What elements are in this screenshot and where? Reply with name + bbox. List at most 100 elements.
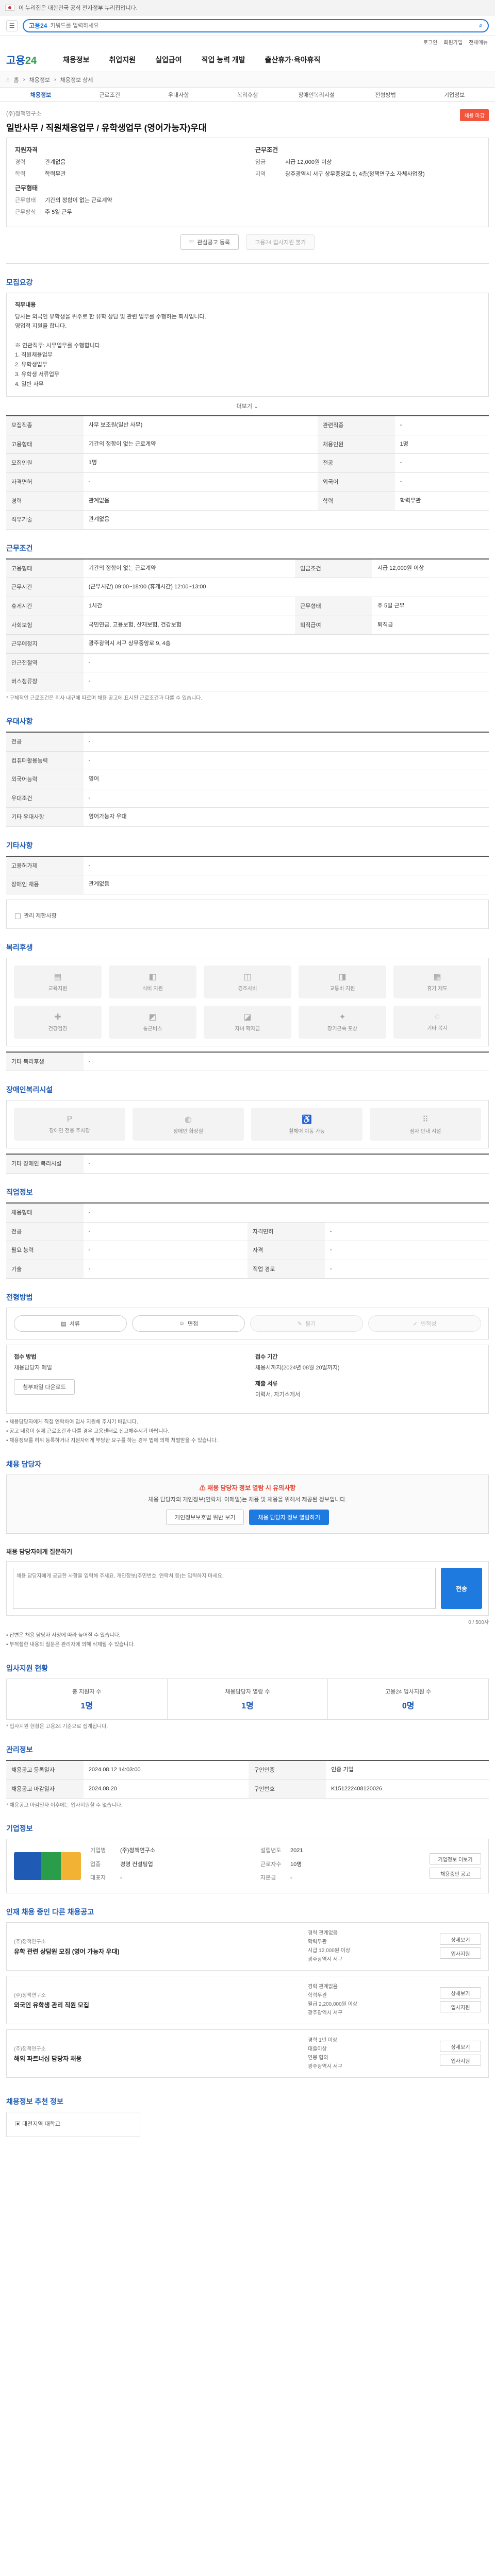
recommend-card[interactable]: ▣ 대전지역 대학교 [6,2111,140,2137]
apply-button[interactable]: 고용24 입사지원 불가 [246,234,315,250]
tab-prefer[interactable]: 우대사항 [144,91,213,99]
nav-jobs[interactable]: 채용정보 [63,55,90,65]
detail-button[interactable]: 상세보기 [440,1934,481,1945]
util-signup[interactable]: 회원가입 [443,38,463,46]
welfare-title: 복리후생 [6,943,33,952]
work-section: 근무조건 고용형태 기간의 정함이 없는 근로계약 임금조건 시급 12,000원 이… [6,530,489,703]
welfare-item: ✚ 건강검진 [14,1005,102,1039]
apply-small-button[interactable]: 입사지원 [440,1947,481,1959]
book-icon: ▤ [54,973,62,982]
logo[interactable]: 고용24 [6,52,63,67]
action-row: ♡ 관심공고 등록 고용24 입사지원 불가 [6,227,489,264]
bus-icon: ◨ [338,973,346,982]
download-button[interactable]: 첨부파일 다운로드 [14,1379,75,1395]
checkbox[interactable] [15,913,21,919]
selection-section: 전형방법 ▤ 서류 ☺ 면접 ✎ 필기 ✓ 인적성 접수 방법 채용담당자 메일 첨부파… [6,1279,489,1445]
send-button[interactable]: 전송 [441,1568,482,1609]
tab-conditions[interactable]: 근로조건 [75,91,144,99]
stats-section: 입사지원 현황 총 지원자 수 1명 채용담당자 열람 수 1명 고용24 입사지원… [6,1650,489,1731]
search-box[interactable]: 고용24 ⌕ [23,19,489,32]
facility-etc-table: 기타 장애인 복리시설 - [6,1154,489,1174]
award-icon: ✦ [339,1013,346,1022]
jobinfo-section: 직업정보 채용형태 - 전공 - 자격면허 - 필요 능력 - 자격 - 기술 - 직업 경로 - [6,1174,489,1279]
search-label: 고용24 [29,22,47,29]
welfare-item: ◪ 자녀 학자금 [204,1005,291,1039]
list-item[interactable]: (주)정책연구소 해외 파트너십 담당자 채용 경력 1년 이상 대졸이상 연봉 협의… [6,2029,489,2078]
list-item[interactable]: (주)정책연구소 유학 관련 상담원 모집 (영어 가능자 우대) 경력 관계없음… [6,1922,489,1971]
others-section: 인재 채용 중인 다른 채용공고 (주)정책연구소 유학 관련 상담원 모집 (영… [6,1893,489,2078]
nav-leave[interactable]: 출산휴가·육아휴직 [265,55,321,65]
char-counter: 0 / 500자 [468,1620,489,1626]
status-badge: 채용 마감 [460,109,489,121]
chevron-down-icon: ⌄ [254,403,259,410]
inquiry-title: 채용 담당자에게 질문하기 [6,1548,73,1556]
shuttle-icon: ◩ [148,1013,157,1022]
welfare-item: ◧ 식비 지원 [109,965,196,998]
breadcrumb-home[interactable]: 홈 [14,76,19,84]
selection-title: 전형방법 [6,1293,33,1302]
nav-training[interactable]: 직업 능력 개발 [202,55,245,65]
work-table: 고용형태 기간의 정함이 없는 근로계약 임금조건 시급 12,000원 이상 근무시… [6,558,489,691]
company-more-button[interactable]: 기업정보 더보기 [430,1853,481,1865]
heart-icon: ♡ [189,239,194,246]
company-name[interactable]: (주)정책연구소 [6,109,206,117]
jobinfo-table: 채용형태 - 전공 - 자격면허 - 필요 능력 - 자격 - 기술 - 직업 경로 - [6,1202,489,1279]
welfare-item: ◌ 기타 복지 [393,1005,481,1039]
breadcrumb-jobs[interactable]: 채용정보 [29,76,50,84]
search-input[interactable] [50,22,476,29]
company-logo [14,1852,81,1880]
inquiry-box: 전송 [6,1561,489,1616]
recruit-title: 모집요강 [6,278,33,286]
gov-banner: 이 누리집은 대한민국 공식 전자정부 누리집입니다. [0,0,495,15]
privacy-button[interactable]: 개인정보보호법 위반 보기 [166,1510,244,1526]
nav-unemployment[interactable]: 실업급여 [155,55,182,65]
meal-icon: ◧ [148,973,157,982]
apply-small-button[interactable]: 입사지원 [440,2055,481,2066]
view-contact-button[interactable]: 채용 담당자 정보 열람하기 [249,1510,329,1526]
tab-company[interactable]: 기업정보 [420,91,489,99]
util-allmenu[interactable]: 전체메뉴 [469,38,488,46]
detail-button[interactable]: 상세보기 [440,1987,481,1999]
recruit-table: 모집직종 사무 보조원(일반 사무) 관련직종 - 고용형태 기간의 정함이 없는 근로… [6,415,489,530]
recruit-body: 직무내용 당사는 외국인 유학생을 위주로 한 유학 상담 및 관련 업무를 수… [6,293,489,397]
recruit-section: 모집요강 직무내용 당사는 외국인 유학생을 위주로 한 유학 상담 및 관련 … [6,264,489,530]
welfare-item: ◨ 교통비 지원 [299,965,386,998]
title-block: (주)정책연구소 일반사무 / 직원채용업무 / 유학생업무 (영어가능자)우대… [6,102,489,138]
tab-selection[interactable]: 전형방법 [351,91,420,99]
more-button[interactable]: 더보기 ⌄ [6,397,489,415]
nav-employment[interactable]: 취업지원 [109,55,136,65]
welfare-item: ✦ 장기근속 포상 [299,1005,386,1039]
company-jobs-button[interactable]: 채용중인 공고 [430,1868,481,1879]
summary-head-qualification: 지원자격 [15,146,38,154]
search-icon[interactable]: ⌕ [479,22,483,29]
manage-section: 관리정보 채용공고 등록일자 2024.08.12 14:03:00 구인인증 인증 … [6,1731,489,1810]
welfare-item: ▦ 휴가 제도 [393,965,481,998]
tab-welfare[interactable]: 복리후생 [213,91,282,99]
summary-head-conditions: 근무조건 [255,146,278,154]
main-nav: 채용정보 취업지원 실업급여 직업 능력 개발 출산휴가·육아휴직 [63,55,320,65]
interest-button[interactable]: ♡ 관심공고 등록 [180,234,239,250]
company-box: 기업명 (주)정책연구소 설립년도 2021 업종 경영 컨설팅업 근로자수 10명 대… [6,1839,489,1893]
welfare-item: ▤ 교육지원 [14,965,102,998]
tab-facility[interactable]: 장애인복리시설 [282,91,351,99]
apply-info: 접수 방법 채용담당자 메일 첨부파일 다운로드 접수 기간 채용시까지(202… [6,1345,489,1414]
stat-item: 채용담당자 열람 수 1명 [168,1679,328,1720]
health-icon: ✚ [54,1013,61,1022]
prefer-title: 우대사항 [6,717,33,725]
tab-recruit[interactable]: 채용정보 [6,91,75,99]
header: 고용24 채용정보 취업지원 실업급여 직업 능력 개발 출산휴가·육아휴직 [0,47,495,72]
calendar-icon: ▦ [433,973,441,982]
apply-small-button[interactable]: 입사지원 [440,2001,481,2013]
step-document: ▤ 서류 [14,1315,127,1332]
menu-icon[interactable]: ☰ [6,20,18,31]
detail-button[interactable]: 상세보기 [440,2041,481,2053]
inquiry-textarea[interactable] [13,1568,436,1609]
pencil-icon: ✎ [297,1320,302,1327]
etc-section: 기타사항 고용허가제 - 장애인 채용 관계없음 관리 제한사항 [6,827,489,929]
manage-table: 채용공고 등록일자 2024.08.12 14:03:00 구인인증 인증 기업 채용… [6,1760,489,1799]
etc-icon: ◌ [435,1012,440,1022]
gov-banner-text: 이 누리집은 대한민국 공식 전자정부 누리집입니다. [19,5,138,11]
list-item[interactable]: (주)정책연구소 외국인 유학생 관리 직원 모집 경력 관계없음 학력무관 월급 2… [6,1975,489,2024]
home-icon[interactable]: ⌂ [6,77,10,83]
util-login[interactable]: 로그인 [423,38,438,46]
